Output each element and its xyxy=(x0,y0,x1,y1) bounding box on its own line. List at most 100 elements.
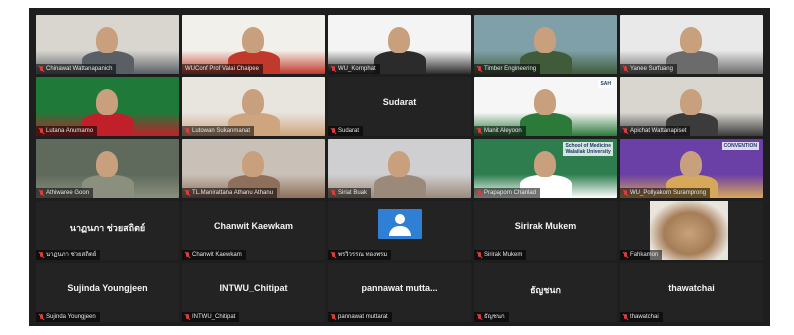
participant-name-label: pannawat muttarat xyxy=(338,314,388,320)
participant-name-tag: ธัญชนก xyxy=(474,312,509,322)
participant-name-label: Sudarat xyxy=(338,128,360,134)
participant-name-tag: Prapaporn Chanlad xyxy=(474,188,541,198)
mic-muted-icon xyxy=(623,66,628,72)
mic-muted-icon xyxy=(185,128,190,134)
participant-face xyxy=(96,27,118,53)
participant-name-tag: WUConf Prof Valai Chaipee xyxy=(182,64,263,74)
participant-tile[interactable]: Sirirak Mukem Sirirak Mukem xyxy=(474,201,617,260)
participant-name-label: Manit Aleyoon xyxy=(484,128,522,134)
participant-tile[interactable]: Sujinda Youngjeen Sujinda Youngjeen xyxy=(36,263,179,322)
mic-muted-icon xyxy=(623,252,628,258)
participant-tile[interactable]: Timber Engineering xyxy=(474,15,617,74)
mic-muted-icon xyxy=(39,190,44,196)
participant-tile[interactable]: Sudarat Sudarat xyxy=(328,77,471,136)
mic-muted-icon xyxy=(477,190,482,196)
participant-display-name: Chanwit Kaewkam xyxy=(213,221,294,231)
participant-name-tag: thawatchai xyxy=(620,312,663,322)
participant-tile[interactable]: TL.Manirattana Athanu Athanu xyxy=(182,139,325,198)
participant-name-tag: Apichat Wattanapiset xyxy=(620,126,691,136)
participant-display-name: ธัญชนก xyxy=(530,285,561,295)
mic-muted-icon xyxy=(39,66,44,72)
participant-tile[interactable]: Yanee Surfuang xyxy=(620,15,763,74)
participant-name-label: WU_Pollyakorn Suramprong xyxy=(630,190,707,196)
participant-face xyxy=(242,27,264,53)
participant-display-name: thawatchai xyxy=(668,283,715,293)
mic-muted-icon xyxy=(623,190,628,196)
participant-tile[interactable]: Chanwit Kaewkam Chanwit Kaewkam xyxy=(182,201,325,260)
participant-tile[interactable]: School of Medicine Walailak University Pr… xyxy=(474,139,617,198)
participant-name-label: Yanee Surfuang xyxy=(630,66,673,72)
participant-face xyxy=(534,151,556,177)
participant-name-label: Prapaporn Chanlad xyxy=(484,190,537,196)
participant-tile[interactable]: Siriat Buak xyxy=(328,139,471,198)
participant-name-tag: พรวิวรรณ ทองพรม xyxy=(328,250,392,260)
participant-name-tag: pannawat muttarat xyxy=(328,312,392,322)
participant-name-label: TL.Manirattana Athanu Athanu xyxy=(192,190,274,196)
participant-name-tag: Chanwit Kaewkam xyxy=(182,250,246,260)
participant-display-name: Sirirak Mukem xyxy=(514,221,577,231)
participant-name-label: นาฏนภา ช่วยสถิตย์ xyxy=(46,252,97,258)
participant-name-tag: Timber Engineering xyxy=(474,64,541,74)
participant-tile[interactable]: WU_Kornphat xyxy=(328,15,471,74)
participant-face xyxy=(96,151,118,177)
participant-name-label: Athiwaree Goon xyxy=(46,190,90,196)
mic-muted-icon xyxy=(477,314,482,320)
mic-muted-icon xyxy=(39,252,44,258)
participant-tile[interactable]: pannawat mutta... pannawat muttarat xyxy=(328,263,471,322)
participant-tile[interactable]: SAH Manit Aleyoon xyxy=(474,77,617,136)
participant-face xyxy=(242,89,264,115)
participant-name-label: Fahkamon xyxy=(630,252,659,258)
shared-slide-text: School of Medicine Walailak University xyxy=(563,142,613,156)
participant-tile[interactable]: INTWU_Chitipat INTWU_Chitipat xyxy=(182,263,325,322)
participant-face xyxy=(242,151,264,177)
participant-body xyxy=(520,113,572,136)
mic-muted-icon xyxy=(477,252,482,258)
participant-face xyxy=(680,151,702,177)
participant-name-label: Timber Engineering xyxy=(484,66,537,72)
participant-display-name: pannawat mutta... xyxy=(361,283,438,293)
shared-slide-text: CONVENTION xyxy=(721,142,759,150)
mic-muted-icon xyxy=(39,128,44,134)
mic-muted-icon xyxy=(623,128,628,134)
participant-tile[interactable]: CONVENTION WU_Pollyakorn Suramprong xyxy=(620,139,763,198)
participant-tile[interactable]: Chinawat Wattanapanich xyxy=(36,15,179,74)
mic-muted-icon xyxy=(331,190,336,196)
mic-muted-icon xyxy=(331,66,336,72)
participant-name-tag: Lutana Anumamo xyxy=(36,126,98,136)
participant-name-tag: Chinawat Wattanapanich xyxy=(36,64,117,74)
shared-slide-text: SAH xyxy=(598,80,613,88)
participant-name-label: WU_Kornphat xyxy=(338,66,376,72)
participant-name-label: ธัญชนก xyxy=(484,314,505,320)
participant-name-tag: Sirirak Mukem xyxy=(474,250,527,260)
participant-tile[interactable]: ธัญชนก ธัญชนก xyxy=(474,263,617,322)
participant-tile[interactable]: Apichat Wattanapiset xyxy=(620,77,763,136)
participant-display-name: Sudarat xyxy=(382,97,417,107)
participant-tile[interactable]: Fahkamon xyxy=(620,201,763,260)
mic-muted-icon xyxy=(185,314,190,320)
participant-tile[interactable]: นาฏนภา ช่วยสถิตย์ นาฏนภา ช่วยสถิตย์ xyxy=(36,201,179,260)
participant-tile[interactable]: Lutowan Sukanmanat xyxy=(182,77,325,136)
participant-name-tag: นาฏนภา ช่วยสถิตย์ xyxy=(36,250,101,260)
participant-face xyxy=(388,151,410,177)
participant-name-tag: Sujinda Youngjeen xyxy=(36,312,100,322)
participant-name-tag: Sudarat xyxy=(328,126,364,136)
default-avatar-icon xyxy=(378,209,422,239)
participant-tile[interactable]: thawatchai thawatchai xyxy=(620,263,763,322)
participant-name-tag: TL.Manirattana Athanu Athanu xyxy=(182,188,278,198)
participant-face xyxy=(388,27,410,53)
participant-name-label: Chinawat Wattanapanich xyxy=(46,66,113,72)
participant-name-label: Siriat Buak xyxy=(338,190,368,196)
participant-tile[interactable]: WUConf Prof Valai Chaipee xyxy=(182,15,325,74)
participant-tile[interactable]: Lutana Anumamo xyxy=(36,77,179,136)
participant-name-label: Chanwit Kaewkam xyxy=(192,252,242,258)
participant-face xyxy=(680,89,702,115)
participant-tile[interactable]: พรวิวรรณ ทองพรม xyxy=(328,201,471,260)
mic-muted-icon xyxy=(185,252,190,258)
participant-body xyxy=(374,51,426,74)
video-conference-gallery: Chinawat Wattanapanich WUConf Prof Valai … xyxy=(29,8,770,326)
participant-tile[interactable]: Athiwaree Goon xyxy=(36,139,179,198)
participant-name-tag: WU_Kornphat xyxy=(328,64,380,74)
mic-muted-icon xyxy=(477,66,482,72)
participant-name-label: Sujinda Youngjeen xyxy=(46,314,96,320)
participant-name-label: thawatchai xyxy=(630,314,659,320)
